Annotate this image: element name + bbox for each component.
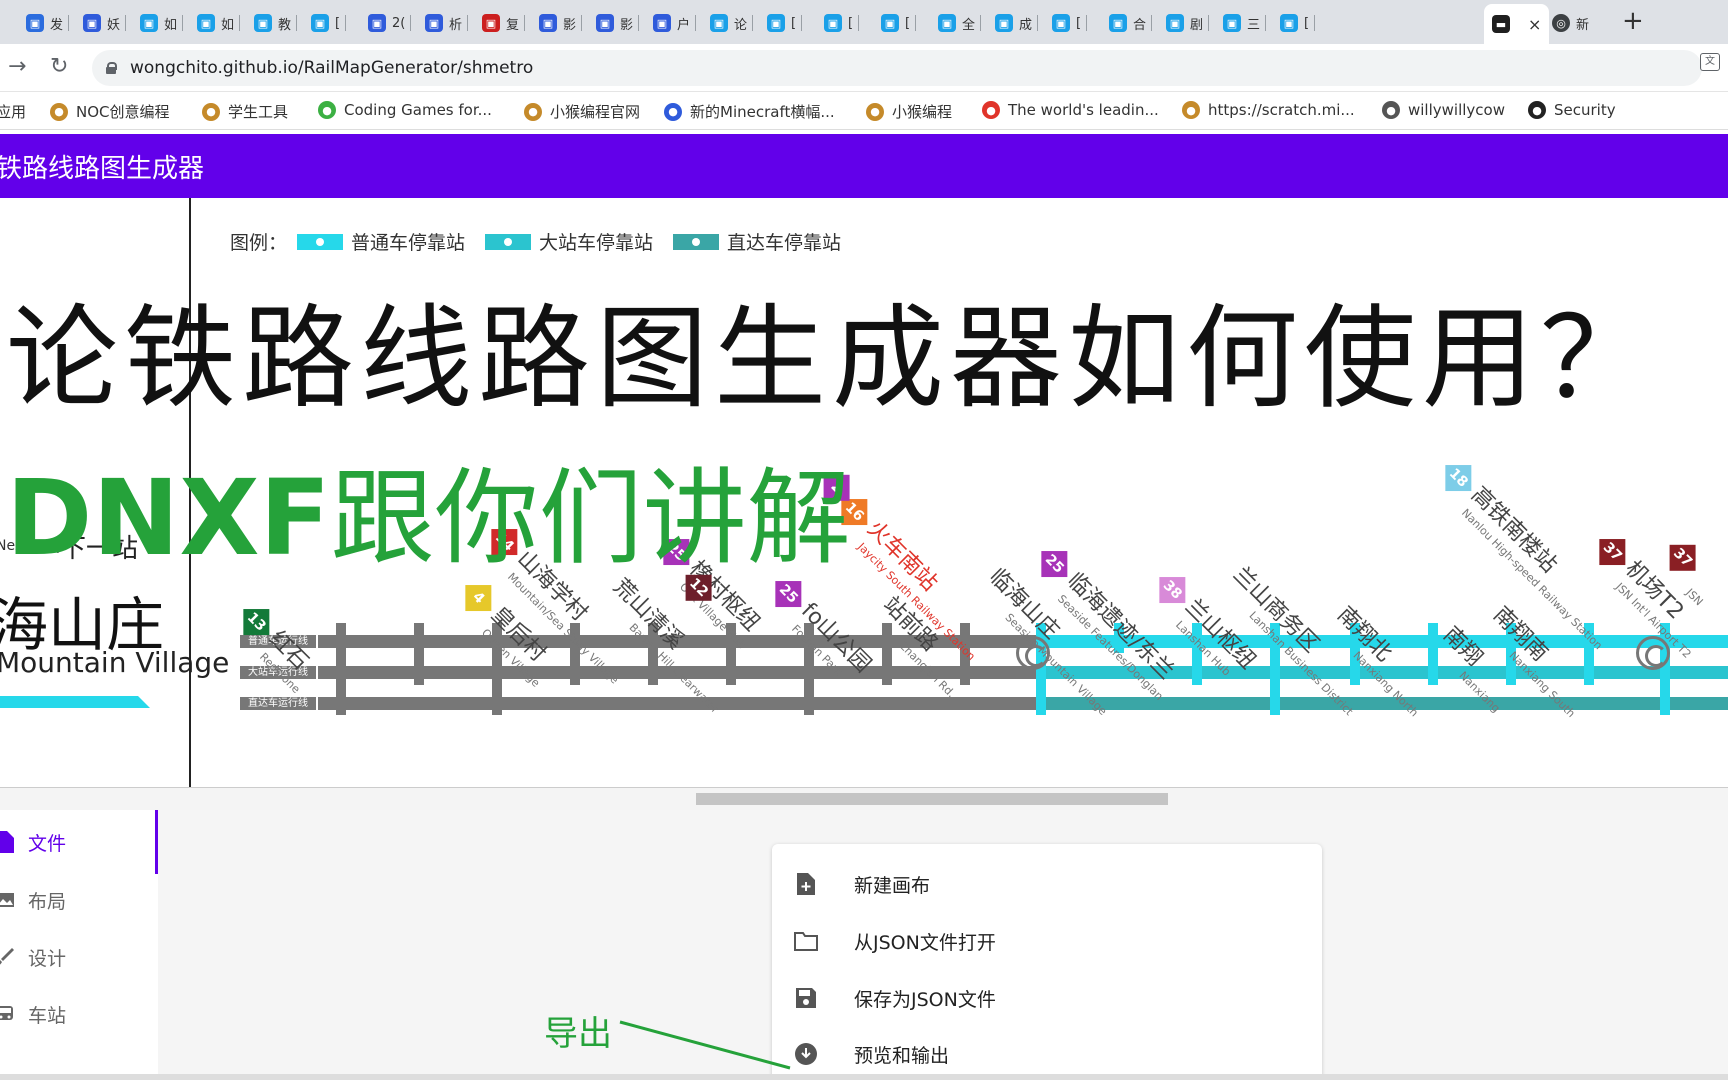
screen: ▣ 发 ▣ 妖 ▣ 如 ▣ 如 ▣ 教 ▣[▣ 2(▣ 析 ▣ 复 ▣ 影 ▣ 影 ▣ 户 ▣ 论 ▣[▣[▣[▣ 全 ▣ 成 ▣[▣… <box>0 0 1728 1080</box>
annotation-overlay <box>619 1020 791 1070</box>
bottom-strip <box>0 1074 1728 1080</box>
annotation-export: 导出 <box>544 1014 612 1054</box>
annotation-arrow <box>619 1020 791 1070</box>
